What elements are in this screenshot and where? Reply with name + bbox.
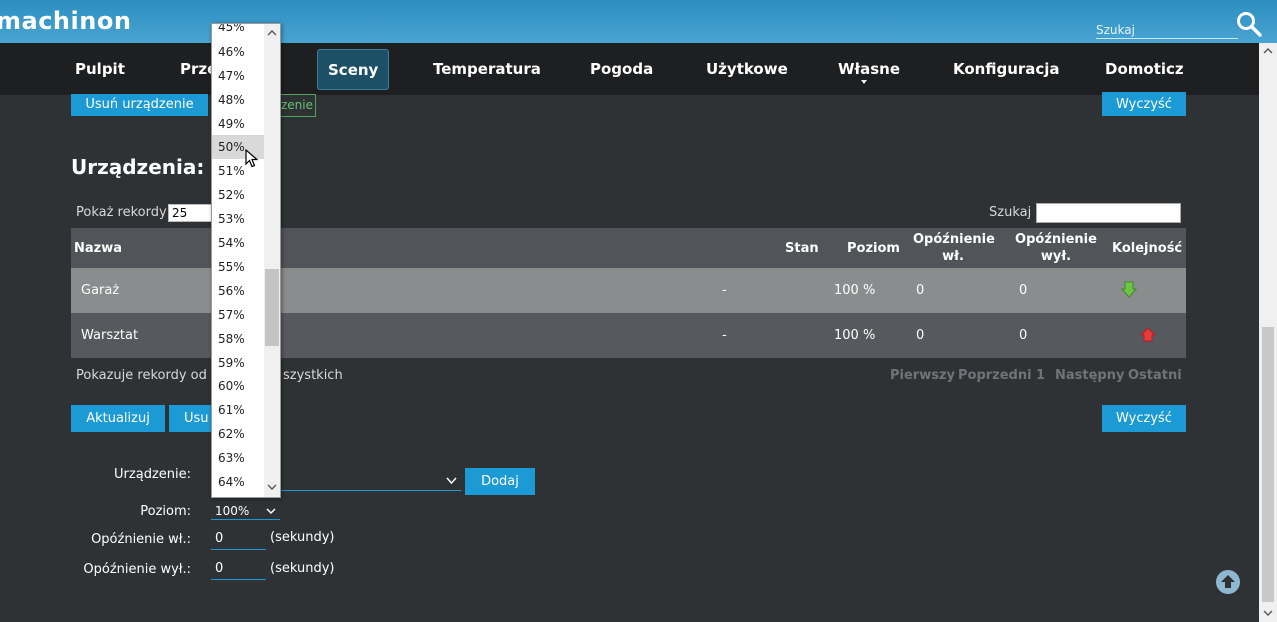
nav-konfiguracja[interactable]: Konfiguracja <box>953 43 1060 95</box>
remove-device-button[interactable]: Usuń urządzenie <box>71 94 208 116</box>
scroll-down-arrow-icon[interactable] <box>267 484 277 491</box>
dropdown-option[interactable]: 48% <box>212 88 264 112</box>
dropdown-option[interactable]: 55% <box>212 255 264 279</box>
column-state[interactable]: Stan <box>785 240 819 257</box>
search-icon[interactable] <box>1235 10 1263 38</box>
on-delay-input[interactable]: 0 <box>211 528 266 550</box>
on-delay-label: Opóźnienie wł.: <box>91 532 191 547</box>
records-info: Pokazuje rekordy od 1 szystkich <box>76 368 343 383</box>
off-delay-input[interactable]: 0 <box>211 558 266 580</box>
table-search-input[interactable] <box>1036 203 1181 223</box>
column-order[interactable]: Kolejność <box>1112 240 1182 257</box>
clear-button-bottom[interactable]: Wyczyść <box>1102 405 1186 432</box>
on-delay-hint: (sekundy) <box>270 530 335 545</box>
nav-temperatura[interactable]: Temperatura <box>433 43 541 95</box>
nav-domoticz[interactable]: Domoticz <box>1105 43 1184 95</box>
pager-last[interactable]: Ostatni <box>1128 368 1182 383</box>
nav-pogoda[interactable]: Pogoda <box>590 43 653 95</box>
chevron-down-icon[interactable] <box>446 477 457 485</box>
dropdown-option[interactable]: 49% <box>212 112 264 136</box>
scroll-to-top-button[interactable] <box>1216 570 1240 594</box>
dropdown-option[interactable]: 60% <box>212 374 264 398</box>
page-scroll-up-icon[interactable] <box>1263 47 1273 54</box>
cell-level: 100 % <box>834 328 876 343</box>
header-bar: machinon <box>0 0 1277 43</box>
records-per-page-select[interactable]: 25 <box>168 204 214 222</box>
dropdown-option[interactable]: 57% <box>212 303 264 327</box>
nav-pulpit[interactable]: Pulpit <box>75 43 125 95</box>
column-on-delay[interactable]: Opóźnienie wł. <box>913 231 995 265</box>
cell-state: - <box>722 328 727 343</box>
page-scrollbar-thumb[interactable] <box>1262 327 1274 602</box>
caret-down-icon <box>861 80 867 84</box>
table-search-label: Szukaj : <box>989 205 1040 220</box>
dropdown-option[interactable]: 62% <box>212 422 264 446</box>
cell-state: - <box>722 283 727 298</box>
column-name[interactable]: Nazwa <box>74 240 122 257</box>
cell-name: Warsztat <box>81 328 139 343</box>
update-button[interactable]: Aktualizuj <box>71 405 165 432</box>
devices-heading: Urządzenia: <box>71 155 205 179</box>
column-off-delay[interactable]: Opóźnienie wył. <box>1013 231 1099 265</box>
main-nav: Pulpit Prze Sceny Temperatura Pogoda Uży… <box>0 43 1259 95</box>
cell-level: 100 % <box>834 283 876 298</box>
dropdown-scrollbar-thumb[interactable] <box>265 269 279 346</box>
dropdown-option[interactable]: 58% <box>212 327 264 351</box>
dropdown-option[interactable]: 59% <box>212 351 264 375</box>
off-delay-label: Opóźnienie wył.: <box>83 562 191 577</box>
cell-on-delay: 0 <box>916 328 925 343</box>
cell-on-delay: 0 <box>916 283 925 298</box>
header-search-input[interactable] <box>1096 22 1238 39</box>
level-dropdown-list[interactable]: 45% 46% 47% 48% 49% 50% 51% 52% 53% 54% … <box>211 23 281 498</box>
dropdown-option[interactable]: 61% <box>212 398 264 422</box>
dropdown-scrollbar[interactable] <box>264 24 280 497</box>
cell-name: Garaż <box>81 283 120 298</box>
pager-page-1[interactable]: 1 <box>1036 368 1045 383</box>
scroll-up-arrow-icon[interactable] <box>267 29 277 36</box>
remove-button[interactable]: Usu <box>169 405 213 432</box>
dropdown-option[interactable]: 46% <box>212 40 264 64</box>
show-records-label: Pokaż rekordy <box>76 205 167 220</box>
dropdown-option[interactable]: 45% <box>212 24 264 39</box>
level-label: Poziom: <box>140 504 191 519</box>
device-label: Urządzenie: <box>114 467 191 482</box>
dropdown-option[interactable]: 53% <box>212 207 264 231</box>
cell-off-delay: 0 <box>1019 283 1028 298</box>
pager-previous[interactable]: Poprzedni <box>958 368 1032 383</box>
dropdown-option[interactable]: 56% <box>212 279 264 303</box>
nav-sceny[interactable]: Sceny <box>317 49 390 90</box>
chevron-down-icon[interactable] <box>266 508 276 515</box>
arrow-down-icon[interactable] <box>1121 281 1137 298</box>
add-button[interactable]: Dodaj <box>465 468 535 495</box>
records-info-right: szystkich <box>283 368 343 383</box>
column-level[interactable]: Poziom <box>847 240 900 257</box>
machinon-logo[interactable]: machinon <box>0 7 131 35</box>
cell-off-delay: 0 <box>1019 328 1028 343</box>
arrow-up-circle-icon <box>1221 575 1235 588</box>
dropdown-option[interactable]: 54% <box>212 231 264 255</box>
pager-first[interactable]: Pierwszy <box>890 368 955 383</box>
nav-uzytkowe[interactable]: Użytkowe <box>706 43 788 95</box>
page-scroll-down-icon[interactable] <box>1263 610 1273 617</box>
clear-button-top[interactable]: Wyczyść <box>1102 92 1186 116</box>
pager-next[interactable]: Następny <box>1055 368 1124 383</box>
records-info-left: Pokazuje rekordy od 1 <box>76 368 220 383</box>
off-delay-hint: (sekundy) <box>270 561 335 576</box>
mouse-cursor-icon <box>245 149 258 168</box>
arrow-up-icon[interactable] <box>1140 327 1156 343</box>
dropdown-option[interactable]: 52% <box>212 183 264 207</box>
dropdown-option[interactable]: 47% <box>212 64 264 88</box>
dropdown-option[interactable]: 63% <box>212 446 264 470</box>
dropdown-option[interactable]: 64% <box>212 470 264 494</box>
nav-wlasne[interactable]: Własne <box>838 43 900 95</box>
